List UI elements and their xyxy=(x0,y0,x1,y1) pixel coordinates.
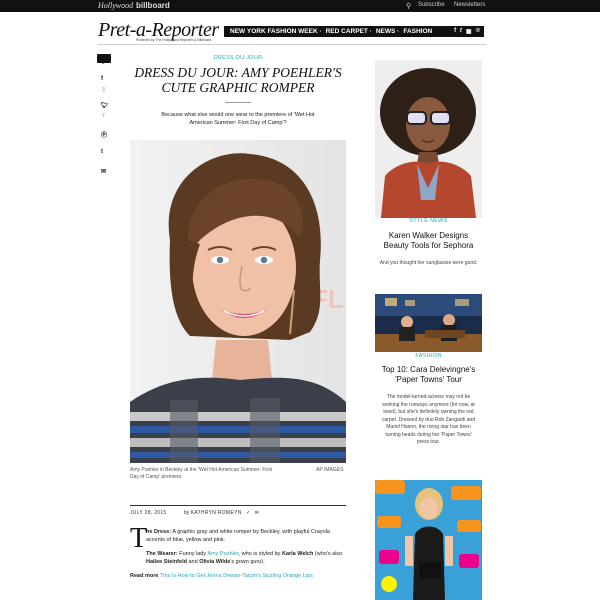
sidebar-card-title[interactable]: Top 10: Cara Delevingne's 'Paper Towns' … xyxy=(379,365,478,385)
subscribe-link[interactable]: Subscribe xyxy=(418,2,445,8)
hero-photo: FL xyxy=(130,140,346,463)
twitter-icon[interactable]: 𝑡 xyxy=(460,28,462,35)
article-kicker[interactable]: DRESS DU JOUR xyxy=(130,55,346,61)
article-body: he Dress: A graphic gray and white rompe… xyxy=(130,528,346,586)
facebook-share-icon[interactable]: f xyxy=(101,76,103,82)
sidebar-card-image[interactable] xyxy=(375,294,482,352)
dress-label: he Dress: xyxy=(146,529,172,535)
olivia-name: Olivia Wilde xyxy=(199,559,231,565)
site-tagline: Powered by The Hollywood Reporter & Bill… xyxy=(136,38,212,42)
stylist-name: Karla Welch xyxy=(281,551,314,557)
facebook-icon[interactable]: f xyxy=(454,28,456,35)
hollywood-reporter-link[interactable]: Hollywood xyxy=(98,1,133,10)
headline-divider xyxy=(225,102,251,103)
hero-caption: Amy Poehler in Beckley at the 'Wet Hot A… xyxy=(130,467,273,480)
nav-item-fashion[interactable]: FASHION xyxy=(403,28,432,35)
twitter-share-count: 7 xyxy=(102,113,105,119)
author-link[interactable]: KATHRYN ROMEYN xyxy=(191,510,242,516)
amy-poehler-link[interactable]: Amy Poehler xyxy=(207,551,238,557)
kids-choice-event-illustration xyxy=(375,480,482,600)
sidebar-card-title[interactable]: Karen Walker Designs Beauty Tools for Se… xyxy=(379,231,478,251)
facebook-share-count: 3 xyxy=(102,87,105,93)
wearer-text-c: (who's also xyxy=(313,551,343,557)
article-dek: Because what else would one wear to the … xyxy=(161,112,315,126)
paragraph-dress: he Dress: A graphic gray and white rompe… xyxy=(130,528,346,544)
wearer-text-b: , who is styled by xyxy=(238,551,282,557)
author-email-icon[interactable]: ✉ xyxy=(255,510,259,516)
nav-item-red-carpet[interactable]: RED CARPET · xyxy=(326,28,372,35)
nav-item-news[interactable]: NEWS · xyxy=(376,28,399,35)
paragraph-read-more: Read more This Is How to Get Jenna Dewan… xyxy=(130,572,346,580)
author-twitter-icon[interactable]: ✓ xyxy=(246,510,250,516)
byline-prefix: by xyxy=(184,510,190,516)
read-more-link[interactable]: This Is How to Get Jenna Dewan-Tatum's S… xyxy=(160,573,313,579)
article-date: JULY 28, 2015 xyxy=(130,510,167,516)
tumblr-share-icon[interactable]: t xyxy=(101,149,103,155)
email-share-icon[interactable]: ✉ xyxy=(101,168,106,175)
portrait-illustration: FL xyxy=(130,140,346,463)
header-divider xyxy=(98,44,486,45)
paragraph-wearer: The Wearer: Funny lady Amy Poehler, who … xyxy=(130,550,346,566)
article-headline: DRESS DU JOUR: AMY POEHLER'S CUTE GRAPHI… xyxy=(134,65,342,95)
wearer-text-d: and xyxy=(186,559,200,565)
wearer-text-a: Funny lady xyxy=(177,551,208,557)
nav-item-nyfw[interactable]: NEW YORK FASHION WEEK · xyxy=(230,28,322,35)
newsletters-link[interactable]: Newsletters xyxy=(454,2,485,8)
main-nav: NEW YORK FASHION WEEK · RED CARPET · NEW… xyxy=(224,26,484,37)
instagram-icon[interactable]: ▣ xyxy=(466,28,472,35)
sidebar-card-image[interactable] xyxy=(375,480,482,600)
pinterest-share-icon[interactable]: Ⓟ xyxy=(101,130,107,139)
article-byline: by KATHRYN ROMEYN ✓ ✉ xyxy=(184,510,259,516)
search-icon[interactable]: ⚲ xyxy=(406,2,411,10)
sidebar-card-image[interactable] xyxy=(375,60,482,218)
twitter-share-icon[interactable]: 🐦︎ xyxy=(101,102,109,109)
sidebar-card-desc: The model-turned-actress may not be work… xyxy=(381,394,476,445)
share-rail: f 3 🐦︎ 7 Ⓟ t ✉ xyxy=(97,54,111,175)
hero-credit: AP IMAGES xyxy=(316,467,344,473)
billboard-link[interactable]: billboard xyxy=(136,1,170,10)
pinterest-icon[interactable]: ℗ xyxy=(476,28,480,35)
talk-show-illustration xyxy=(375,294,482,352)
wearer-label: The Wearer: xyxy=(146,551,178,557)
hailee-name: Hailee Steinfeld xyxy=(146,559,187,565)
sunglasses-model-illustration xyxy=(375,60,482,218)
sidebar-card-tag[interactable]: STYLE NEWS xyxy=(375,218,482,224)
wearer-text-e: 's gown guru). xyxy=(230,559,265,565)
sidebar-card-desc: And you thought her sunglasses were good… xyxy=(379,260,478,266)
sidebar-card-tag[interactable]: FASHION xyxy=(375,353,482,359)
read-more-label: Read more xyxy=(130,573,159,579)
meta-divider xyxy=(130,505,346,506)
comment-icon[interactable] xyxy=(97,54,111,64)
top-utility-bar: Hollywood billboard ⚲ Subscribe Newslett… xyxy=(0,0,600,12)
dress-text: A graphic gray and white romper by Beckl… xyxy=(146,529,330,543)
